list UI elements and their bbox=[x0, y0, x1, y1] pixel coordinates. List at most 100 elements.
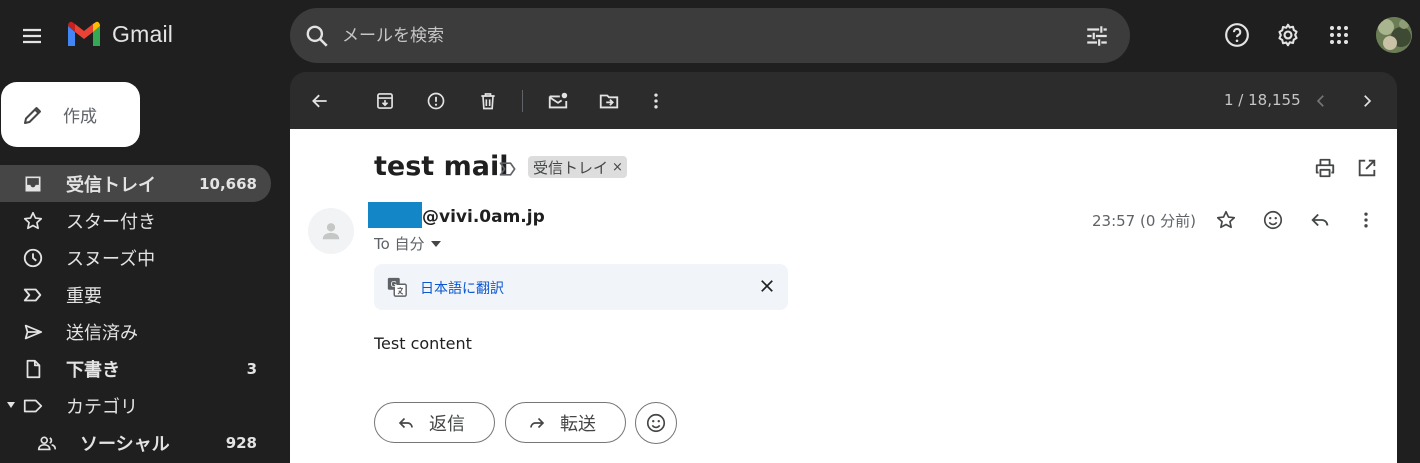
sidebar-item-drafts[interactable]: 下書き 3 bbox=[0, 350, 271, 387]
label-chip-text: 受信トレイ bbox=[533, 158, 609, 177]
open-new-window-button[interactable] bbox=[1356, 157, 1378, 179]
search-bar bbox=[290, 8, 1130, 63]
help-icon bbox=[1225, 23, 1249, 47]
mark-unread-button[interactable] bbox=[545, 88, 571, 114]
main-menu-button[interactable] bbox=[12, 16, 52, 56]
expand-arrow-icon[interactable] bbox=[6, 401, 16, 409]
reply-icon-button[interactable] bbox=[1307, 207, 1333, 233]
forward-button[interactable]: 転送 bbox=[505, 402, 626, 443]
more-vert-icon bbox=[654, 93, 658, 109]
reply-label: 返信 bbox=[429, 413, 465, 435]
back-button[interactable] bbox=[307, 88, 333, 114]
reply-icon bbox=[1311, 213, 1329, 227]
inbox-label-chip: 受信トレイ × bbox=[528, 156, 627, 178]
message-body: Test content bbox=[374, 334, 472, 353]
sidebar-item-label: ソーシャル bbox=[80, 433, 170, 455]
toolbar-divider bbox=[522, 90, 523, 112]
sidebar-item-categories[interactable]: カテゴリ bbox=[0, 387, 271, 424]
sidebar-item-inbox[interactable]: 受信トレイ 10,668 bbox=[0, 165, 271, 202]
apps-button[interactable] bbox=[1320, 16, 1358, 54]
star-message-button[interactable] bbox=[1213, 207, 1239, 233]
label-icon bbox=[23, 399, 43, 413]
forward-icon bbox=[530, 417, 545, 428]
printer-icon bbox=[1315, 158, 1335, 178]
gmail-logo[interactable]: Gmail bbox=[66, 20, 173, 48]
search-input[interactable] bbox=[342, 8, 1042, 63]
reply-button[interactable]: 返信 bbox=[374, 402, 495, 443]
close-translate-button[interactable] bbox=[758, 277, 776, 295]
sender-email[interactable]: @vivi.0am.jp bbox=[422, 207, 545, 227]
inbox-icon bbox=[25, 176, 41, 192]
move-to-button[interactable] bbox=[596, 88, 622, 114]
newer-button[interactable] bbox=[1308, 88, 1334, 114]
important-icon bbox=[23, 288, 42, 302]
hamburger-icon bbox=[23, 28, 41, 44]
gear-icon bbox=[1278, 23, 1298, 47]
chevron-left-icon bbox=[1316, 95, 1324, 107]
emoji-icon bbox=[646, 413, 666, 433]
sidebar-item-label: カテゴリ bbox=[66, 396, 138, 418]
translate-link[interactable]: 日本語に翻訳 bbox=[420, 278, 504, 298]
gmail-m-icon bbox=[68, 21, 100, 46]
message-time: 23:57 (0 分前) bbox=[1092, 212, 1197, 230]
message-view: test mail 受信トレイ × @vivi.0am.jp To 自分 23:… bbox=[290, 129, 1397, 463]
sidebar-item-snoozed[interactable]: スヌーズ中 bbox=[0, 239, 271, 276]
delete-button[interactable] bbox=[475, 88, 501, 114]
person-icon bbox=[322, 223, 340, 240]
print-button[interactable] bbox=[1314, 157, 1336, 179]
apps-grid-icon bbox=[1330, 26, 1348, 44]
sidebar-item-label: スター付き bbox=[66, 211, 156, 233]
sidebar-item-starred[interactable]: スター付き bbox=[0, 202, 271, 239]
recipient-line[interactable]: To 自分 bbox=[374, 233, 441, 254]
emoji-icon bbox=[1263, 210, 1283, 230]
remove-label-button[interactable]: × bbox=[612, 160, 623, 175]
add-reaction-button[interactable] bbox=[1260, 207, 1286, 233]
spam-icon bbox=[427, 92, 445, 110]
social-count: 928 bbox=[225, 433, 257, 452]
support-button[interactable] bbox=[1218, 16, 1256, 54]
important-marker-icon[interactable] bbox=[498, 160, 518, 178]
sender-avatar[interactable] bbox=[308, 208, 354, 254]
star-icon bbox=[23, 211, 43, 230]
avatar-photo-icon bbox=[1376, 17, 1412, 53]
account-avatar[interactable] bbox=[1376, 17, 1412, 53]
sidebar-item-sent[interactable]: 送信済み bbox=[0, 313, 271, 350]
svg-text:G: G bbox=[391, 280, 397, 289]
app-name: Gmail bbox=[112, 20, 174, 47]
report-spam-button[interactable] bbox=[423, 88, 449, 114]
draft-icon bbox=[26, 359, 41, 379]
clock-icon bbox=[23, 248, 43, 268]
older-button[interactable] bbox=[1354, 88, 1380, 114]
settings-button[interactable] bbox=[1269, 16, 1307, 54]
trash-icon bbox=[481, 93, 495, 110]
pagination-text: 1 / 18,155 bbox=[1224, 91, 1301, 109]
draft-count: 3 bbox=[246, 359, 257, 378]
people-icon bbox=[37, 436, 57, 451]
sidebar-item-label: 受信トレイ bbox=[66, 174, 156, 196]
sidebar-item-label: 送信済み bbox=[66, 322, 138, 344]
search-options-icon[interactable] bbox=[1084, 23, 1110, 49]
sidebar-item-social[interactable]: ソーシャル 928 bbox=[0, 424, 271, 461]
more-options-button[interactable] bbox=[643, 88, 669, 114]
top-bar: Gmail bbox=[0, 0, 1420, 70]
move-folder-icon bbox=[599, 94, 619, 109]
close-icon bbox=[761, 280, 773, 292]
arrow-left-icon bbox=[312, 94, 327, 108]
chevron-right-icon bbox=[1364, 95, 1372, 107]
compose-label: 作成 bbox=[63, 107, 97, 127]
compose-button[interactable]: 作成 bbox=[1, 82, 140, 147]
archive-icon bbox=[377, 93, 393, 109]
archive-button[interactable] bbox=[372, 88, 398, 114]
sender-name-redaction bbox=[368, 202, 422, 228]
caret-down-icon bbox=[430, 240, 441, 247]
sidebar-item-label: 重要 bbox=[66, 285, 102, 307]
message-more-button[interactable] bbox=[1353, 207, 1379, 233]
sidebar-item-important[interactable]: 重要 bbox=[0, 276, 271, 313]
message-subject: test mail bbox=[374, 151, 509, 182]
open-in-new-icon bbox=[1358, 159, 1376, 177]
search-icon[interactable] bbox=[304, 23, 330, 49]
emoji-reaction-button[interactable] bbox=[635, 402, 677, 444]
reply-icon bbox=[398, 417, 413, 428]
pencil-icon bbox=[24, 106, 41, 124]
sidebar-nav: 受信トレイ 10,668 スター付き スヌーズ中 重要 送信済み 下書き 3 カ… bbox=[0, 165, 290, 461]
